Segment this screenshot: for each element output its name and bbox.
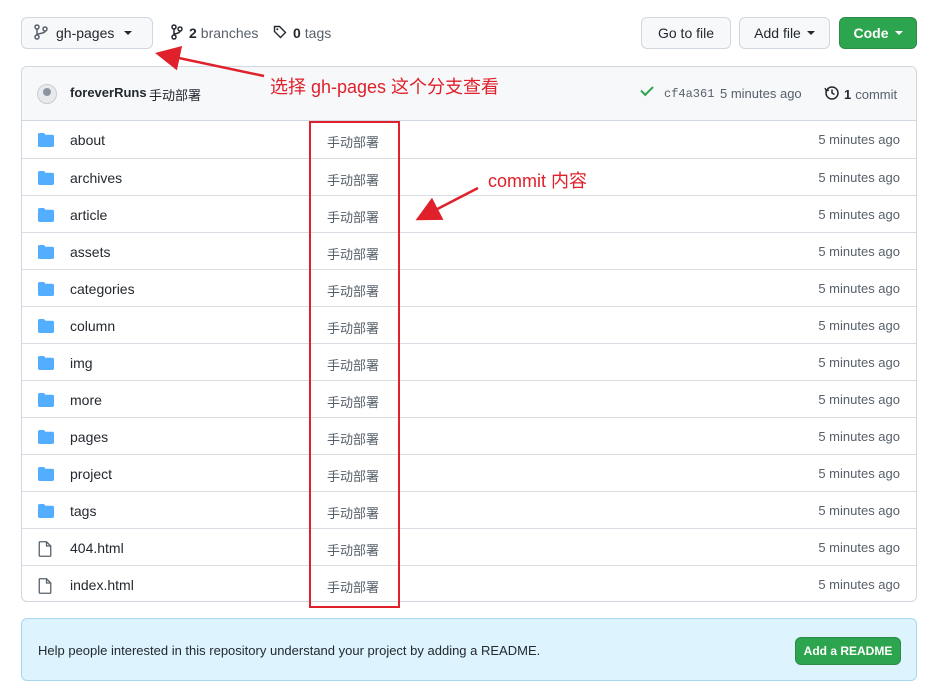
branch-arrow (155, 45, 265, 78)
annotation-arrows (155, 45, 479, 221)
commit-arrow (415, 186, 479, 221)
